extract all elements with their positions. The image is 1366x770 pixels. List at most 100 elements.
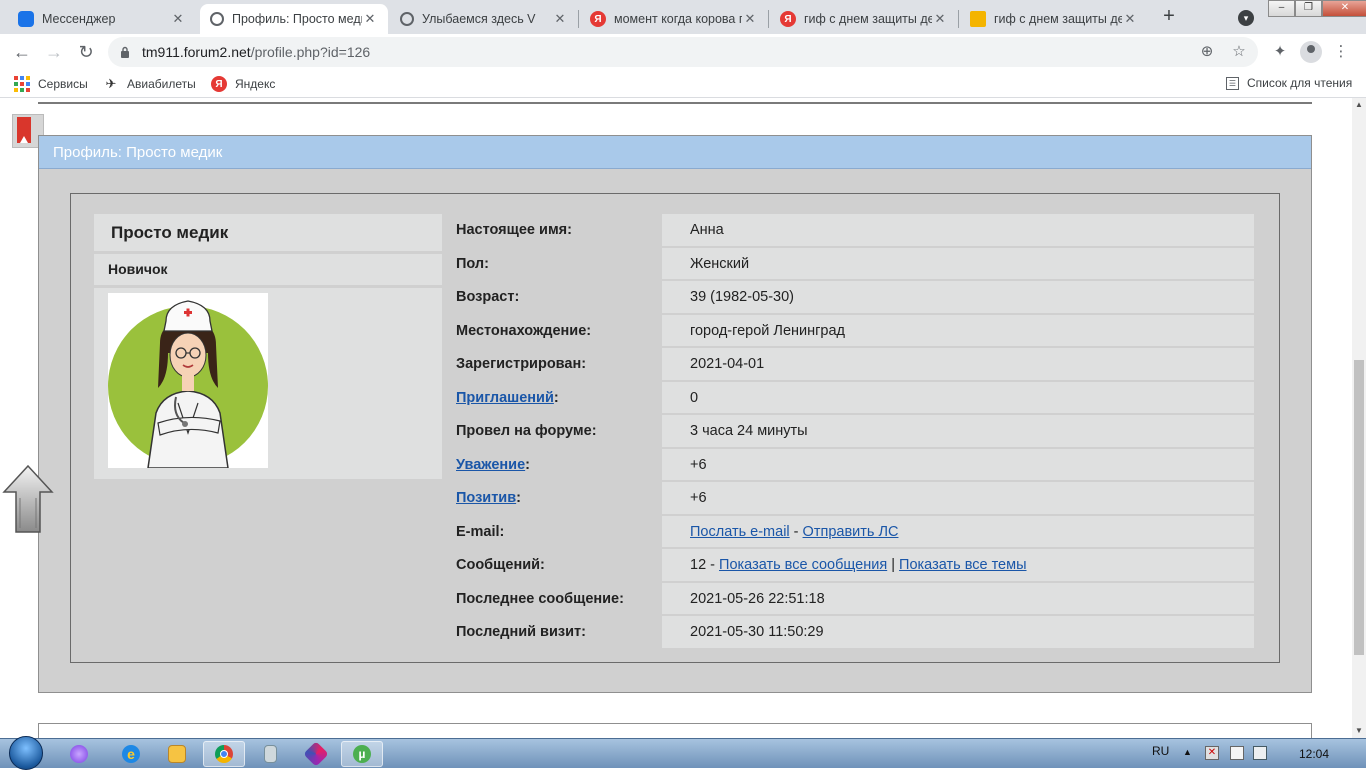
field-value-link[interactable]: Послать e-mail: [690, 524, 790, 540]
profile-field-row: E-mail: Послать e-mail - Отправить ЛС: [442, 515, 1254, 549]
profile-avatar-icon[interactable]: [1300, 41, 1322, 63]
field-value-text: |: [887, 557, 900, 573]
field-value-link[interactable]: Показать все темы: [899, 557, 1026, 573]
close-window-button[interactable]: ✕: [1322, 0, 1366, 17]
field-value-text: город-герой Ленинград: [690, 322, 845, 339]
browser-tab[interactable]: Профиль: Просто медик ✕: [200, 4, 388, 34]
tab-close-icon[interactable]: ✕: [552, 11, 568, 27]
field-value: +6: [662, 482, 1254, 516]
tab-search-icon[interactable]: ▾: [1238, 10, 1254, 26]
browser-tab[interactable]: Ямомент когда корова г ✕: [580, 4, 768, 34]
bookmark-star-icon[interactable]: ☆: [1230, 43, 1248, 61]
field-label-text: Местонахождение: [456, 322, 587, 339]
browser-tab[interactable]: Улыбаемся здесь V ✕: [390, 4, 578, 34]
scroll-up-icon[interactable]: ▲: [1352, 98, 1366, 112]
bookmarks-bar: Сервисы ✈ Авиабилеты Я Яндекс ☰ Список д…: [0, 70, 1366, 98]
globe-icon: [400, 12, 414, 26]
windows-logo-icon: [9, 736, 43, 770]
bookmark-services[interactable]: Сервисы: [14, 76, 88, 92]
utorrent-icon: µ: [353, 745, 371, 763]
scroll-down-icon[interactable]: ▼: [1352, 724, 1366, 738]
field-label-link[interactable]: Приглашений: [456, 390, 554, 406]
profile-field-row: Последний визит: 2021-05-30 11:50:29: [442, 616, 1254, 650]
taskbar-app-chrome[interactable]: [203, 741, 245, 767]
field-value: Женский: [662, 247, 1254, 281]
restore-button[interactable]: ❐: [1295, 0, 1322, 17]
tab-separator: [578, 10, 579, 28]
reading-list-button[interactable]: ☰ Список для чтения: [1226, 76, 1352, 90]
yandex-icon: Я: [780, 11, 796, 27]
tab-title: Профиль: Просто медик: [232, 12, 362, 26]
back-icon[interactable]: ←: [10, 40, 34, 64]
avatar-container: [94, 288, 442, 479]
display-icon[interactable]: [1253, 746, 1267, 760]
field-label: Провел на форуме:: [456, 423, 597, 439]
field-label-text: E-mail: [456, 523, 500, 540]
minimize-button[interactable]: –: [1268, 0, 1295, 17]
bookmark-label: Сервисы: [38, 77, 88, 91]
bookmark-label: Яндекс: [235, 77, 276, 91]
scrollbar-thumb[interactable]: [1354, 360, 1364, 655]
field-value: 39 (1982-05-30): [662, 281, 1254, 315]
profile-field-row: Позитив: +6: [442, 482, 1254, 516]
field-value-link[interactable]: Показать все сообщения: [719, 557, 887, 573]
taskbar-app-explorer[interactable]: [156, 741, 198, 767]
tab-close-icon[interactable]: ✕: [1122, 11, 1138, 27]
address-bar[interactable]: tm911.forum2.net/profile.php?id=126 ⊕ ☆: [108, 37, 1258, 67]
start-button[interactable]: [4, 736, 44, 770]
field-value-text: 2021-05-30 11:50:29: [690, 624, 824, 640]
reload-icon[interactable]: ↻: [74, 40, 98, 64]
taskbar-app-utorrent[interactable]: µ: [341, 741, 383, 767]
tray-app-icon[interactable]: [1230, 746, 1244, 760]
field-value-link[interactable]: Отправить ЛС: [803, 524, 899, 540]
page-scrollbar[interactable]: ▲ ▼: [1352, 98, 1366, 738]
field-label: Приглашений:: [456, 389, 559, 406]
language-indicator[interactable]: RU: [1152, 744, 1169, 758]
browser-tab[interactable]: гиф с днем защиты детей✕: [960, 4, 1148, 34]
field-label: Последний визит:: [456, 624, 586, 640]
field-label: Уважение:: [456, 456, 530, 473]
menu-icon[interactable]: ⋮: [1331, 42, 1351, 62]
tab-close-icon[interactable]: ✕: [742, 11, 758, 27]
field-value-text: -: [789, 523, 803, 540]
plane-icon: ✈: [105, 76, 117, 91]
tab-separator: [768, 10, 769, 28]
bookmark-flights[interactable]: ✈ Авиабилеты: [103, 76, 196, 92]
tab-close-icon[interactable]: ✕: [362, 11, 378, 27]
taskbar-app-calculator[interactable]: [249, 741, 291, 767]
taskbar-app-ie[interactable]: e: [110, 741, 152, 767]
taskbar-app-messenger[interactable]: [58, 741, 100, 767]
tab-close-icon[interactable]: ✕: [170, 11, 186, 27]
profile-field-row: Провел на форуме: 3 часа 24 минуты: [442, 415, 1254, 449]
new-tab-button[interactable]: +: [1158, 6, 1180, 28]
field-label: Настоящее имя:: [456, 222, 572, 238]
field-label-link[interactable]: Уважение: [456, 457, 525, 473]
taskbar-app-paint[interactable]: [295, 741, 337, 767]
url-text[interactable]: tm911.forum2.net/profile.php?id=126: [142, 44, 370, 60]
tray-expand-icon[interactable]: ▲: [1183, 747, 1192, 757]
username: Просто медик: [94, 214, 442, 251]
tab-title: Улыбаемся здесь V: [422, 12, 536, 26]
messenger-app-icon: [70, 745, 88, 763]
bookmark-yandex[interactable]: Я Яндекс: [211, 76, 275, 92]
browser-tab[interactable]: Ягиф с днем защиты детей✕: [770, 4, 958, 34]
field-value: 2021-05-30 11:50:29: [662, 616, 1254, 650]
field-label: Местонахождение:: [456, 322, 592, 339]
extensions-icon[interactable]: ✦: [1270, 42, 1290, 62]
field-label-text: Пол: [456, 255, 485, 272]
field-value-text: 12 -: [690, 557, 720, 573]
browser-tab[interactable]: Мессенджер ✕: [8, 4, 196, 34]
panel-title: Профиль: Просто медик: [39, 136, 1311, 169]
lock-icon[interactable]: [120, 46, 130, 58]
clock[interactable]: 12:04: [1299, 747, 1329, 761]
forward-icon[interactable]: →: [42, 40, 66, 64]
field-label-text: Зарегистрирован: [456, 356, 582, 372]
tab-close-icon[interactable]: ✕: [932, 11, 948, 27]
zoom-icon[interactable]: ⊕: [1198, 43, 1216, 61]
scroll-to-top-icon[interactable]: [2, 464, 54, 534]
profile-fields: Настоящее имя: Анна Пол: Женский Возраст: 39 …: [442, 214, 1254, 650]
field-label-text: Настоящее имя: [456, 222, 568, 238]
field-label: Зарегистрирован:: [456, 356, 587, 372]
network-error-icon[interactable]: ✕: [1205, 746, 1219, 760]
field-label-link[interactable]: Позитив: [456, 490, 516, 506]
